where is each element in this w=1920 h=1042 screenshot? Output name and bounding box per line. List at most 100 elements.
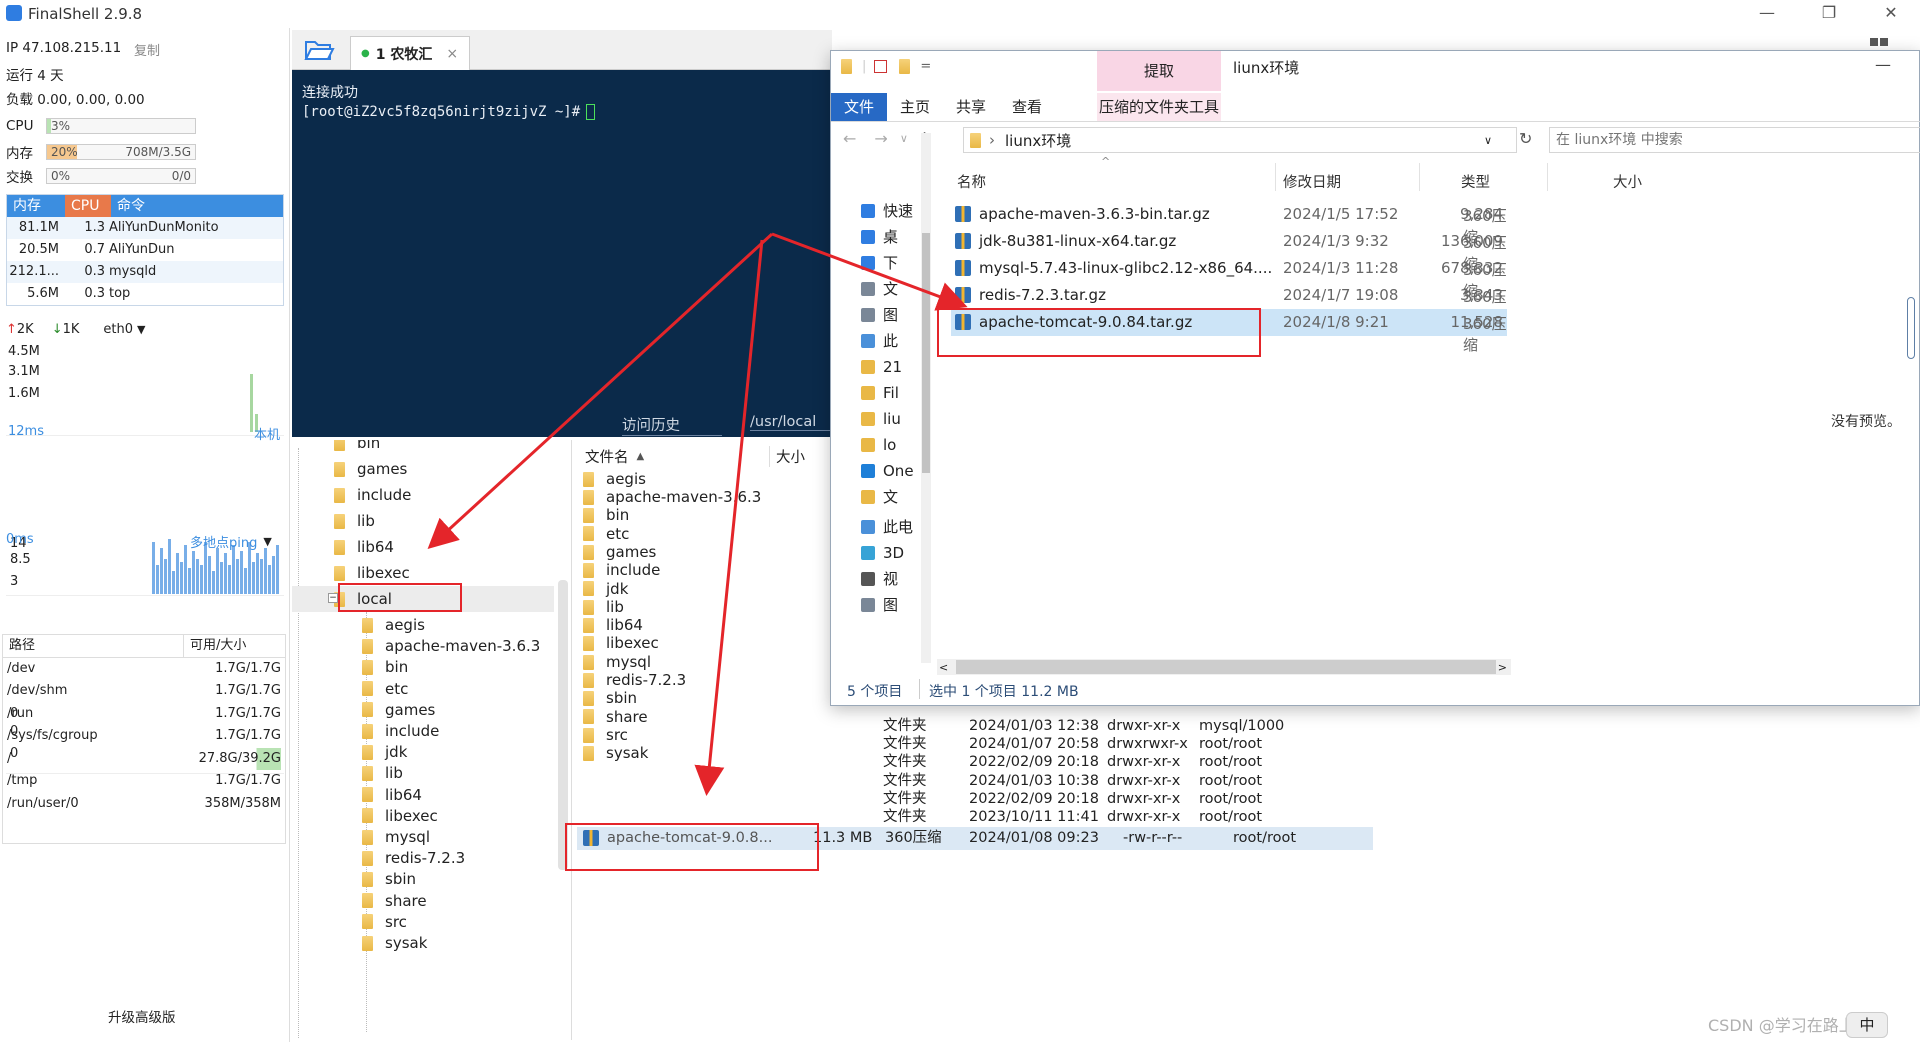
disk-row[interactable]: /dev 1.7G/1.7G bbox=[3, 658, 285, 681]
tree-item[interactable]: lib bbox=[334, 508, 375, 534]
preview-pane-text: 没有预览。 bbox=[1831, 414, 1901, 430]
archive-icon bbox=[955, 233, 971, 249]
nav-item[interactable]: lo bbox=[861, 433, 896, 457]
latency-target[interactable]: 本机 bbox=[254, 424, 280, 443]
remote-path-field[interactable]: /usr/local bbox=[750, 414, 832, 431]
disk-row[interactable]: / 27.8G/39.2G bbox=[3, 747, 285, 770]
horizontal-scrollbar[interactable]: < > bbox=[937, 659, 1511, 675]
horizontal-scrollbar-thumb[interactable] bbox=[956, 660, 1497, 674]
preview-scrollbar[interactable] bbox=[1907, 297, 1915, 359]
col-date[interactable]: 修改日期 bbox=[1283, 171, 1341, 192]
refresh-icon[interactable]: ↻ bbox=[1519, 129, 1532, 148]
server-stats-panel: IP 47.108.215.11 复制 运行 4 天 负载 0.00, 0.00… bbox=[0, 28, 290, 1042]
process-row[interactable]: 5.6M 0.3 top bbox=[7, 283, 283, 305]
process-row[interactable]: 81.1M 1.3 AliYunDunMonito bbox=[7, 217, 283, 239]
minimize-button[interactable]: — bbox=[1753, 3, 1781, 25]
col-size[interactable]: 大小 bbox=[769, 446, 805, 467]
search-input[interactable] bbox=[1550, 128, 1920, 152]
recent-chevron-icon[interactable]: ∨ bbox=[900, 132, 908, 145]
nav-item[interactable]: Fil bbox=[861, 381, 899, 405]
col-size[interactable]: 大小 bbox=[1613, 171, 1642, 192]
latency-level: 8.5 bbox=[10, 552, 31, 567]
col-command[interactable]: 命令 bbox=[111, 195, 145, 217]
folder-icon[interactable] bbox=[841, 59, 852, 74]
tree-item[interactable]: lib64 bbox=[334, 534, 394, 560]
disk-row[interactable]: /sys/fs/cgroup 1.7G/1.7G bbox=[3, 725, 285, 748]
tree-item[interactable]: sysak bbox=[362, 930, 427, 956]
col-filename[interactable]: 文件名 bbox=[585, 446, 629, 467]
nav-item[interactable]: 此电 bbox=[861, 515, 913, 539]
nav-item[interactable]: 下 bbox=[861, 251, 898, 275]
ime-indicator[interactable]: 中 bbox=[1846, 1012, 1888, 1038]
close-tab-icon[interactable]: × bbox=[446, 46, 458, 62]
nav-item[interactable]: 文 bbox=[861, 277, 898, 301]
tree-item[interactable]: bin bbox=[334, 440, 380, 456]
tab-share[interactable]: 共享 bbox=[943, 93, 999, 121]
process-row[interactable]: 212.1... 0.3 mysqld bbox=[7, 261, 283, 283]
nav-item[interactable]: 21 bbox=[861, 355, 902, 379]
nav-item[interactable]: 图 bbox=[861, 593, 898, 617]
tab-compressed-tools[interactable]: 压缩的文件夹工具 bbox=[1097, 93, 1221, 121]
customize-toolbar-icon[interactable]: = bbox=[920, 59, 931, 74]
search-box[interactable] bbox=[1549, 127, 1920, 153]
scroll-right-icon[interactable]: > bbox=[1498, 661, 1507, 674]
tab-session-1[interactable]: ● 1 农牧汇 × bbox=[350, 36, 470, 70]
tab-view[interactable]: 查看 bbox=[999, 93, 1055, 121]
disk-row[interactable]: /run/user/0 358M/358M bbox=[3, 793, 285, 816]
terminal-prompt: [root@iZ2vc5f8zq56nirjt9zijvZ ~]# bbox=[302, 104, 581, 120]
multi-ping-selector[interactable]: 多地点ping ▼ bbox=[190, 532, 272, 551]
explorer-file-row[interactable]: mysql-5.7.43-linux-glibc2.12-x86_64.... 2… bbox=[951, 255, 1507, 300]
explorer-file-row[interactable]: jdk-8u381-linux-x64.tar.gz 2024/1/3 9:32 3… bbox=[951, 228, 1507, 273]
minimize-button[interactable]: — bbox=[1875, 55, 1891, 74]
nav-item[interactable]: One bbox=[861, 459, 914, 483]
col-size[interactable]: 可用/大小 bbox=[183, 635, 246, 657]
chevron-down-icon[interactable]: ▼ bbox=[137, 323, 145, 336]
collapse-toggle-icon[interactable]: − bbox=[328, 593, 338, 603]
upgrade-link[interactable]: 升级高级版 bbox=[108, 1006, 176, 1026]
process-row[interactable]: 20.5M 0.7 AliYunDun bbox=[7, 239, 283, 261]
network-interface[interactable]: eth0 bbox=[103, 322, 133, 337]
scroll-left-icon[interactable]: < bbox=[939, 661, 948, 674]
contextual-tab-extract[interactable]: 提取 bbox=[1097, 51, 1221, 91]
uploaded-file-row-extra[interactable]: -rw-r--r-- root/root bbox=[1123, 827, 1373, 850]
nav-item[interactable]: 视 bbox=[861, 567, 898, 591]
tab-home[interactable]: 主页 bbox=[887, 93, 943, 121]
disk-row[interactable]: /dev/shm 1.7G/1.7G bbox=[3, 680, 285, 703]
back-arrow-icon[interactable]: ← bbox=[843, 129, 856, 148]
nav-item[interactable]: 此 bbox=[861, 329, 898, 353]
tree-item[interactable]: games bbox=[334, 456, 407, 482]
disk-row[interactable]: /tmp 1.7G/1.7G bbox=[3, 770, 285, 793]
address-bar[interactable]: › liunx环境 ∨ bbox=[963, 127, 1517, 153]
tab-file[interactable]: 文件 bbox=[831, 93, 887, 121]
nav-item[interactable]: 文 bbox=[861, 485, 898, 509]
nav-item[interactable]: 快速 bbox=[861, 199, 913, 223]
col-cpu[interactable]: CPU bbox=[65, 195, 111, 217]
latency-level: 3 bbox=[10, 574, 19, 589]
details-view-toggle[interactable] bbox=[1870, 38, 1890, 48]
col-name[interactable]: 名称 bbox=[957, 171, 986, 192]
col-memory[interactable]: 内存 bbox=[7, 195, 65, 217]
new-folder-icon[interactable] bbox=[899, 59, 911, 74]
nav-item[interactable]: 3D bbox=[861, 541, 904, 565]
history-button[interactable]: 访问历史 bbox=[622, 414, 722, 436]
explorer-file-row[interactable]: redis-7.2.3.tar.gz2024/1/7 19:08360压缩3,3… bbox=[951, 282, 1507, 327]
nav-item[interactable]: 桌 bbox=[861, 225, 898, 249]
col-type[interactable]: 类型 bbox=[1461, 171, 1490, 192]
copy-ip-button[interactable]: 复制 bbox=[134, 40, 160, 59]
properties-icon[interactable] bbox=[874, 60, 888, 73]
nav-item[interactable]: liu bbox=[861, 407, 901, 431]
terminal[interactable]: 连接成功 [root@iZ2vc5f8zq56nirjt9zijvZ ~]# bbox=[292, 70, 832, 437]
maximize-button[interactable]: ❐ bbox=[1815, 3, 1843, 25]
open-folder-icon[interactable] bbox=[302, 36, 336, 64]
nav-scrollbar[interactable] bbox=[921, 133, 931, 663]
explorer-file-row[interactable]: apache-maven-3.6.3-bin.tar.gz 2024/1/5 17… bbox=[951, 201, 1507, 246]
network-chart: 4.5M 3.1M 1.6M bbox=[6, 344, 284, 436]
tree-item[interactable]: include bbox=[334, 482, 411, 508]
disk-row[interactable]: /run 1.7G/1.7G bbox=[3, 703, 285, 726]
nav-item[interactable]: 图 bbox=[861, 303, 898, 327]
close-button[interactable]: ✕ bbox=[1877, 3, 1905, 25]
col-path[interactable]: 路径 bbox=[3, 635, 183, 657]
chevron-down-icon[interactable]: ∨ bbox=[1484, 134, 1492, 147]
forward-arrow-icon[interactable]: → bbox=[874, 129, 887, 148]
nav-scrollbar-thumb[interactable] bbox=[922, 233, 930, 473]
